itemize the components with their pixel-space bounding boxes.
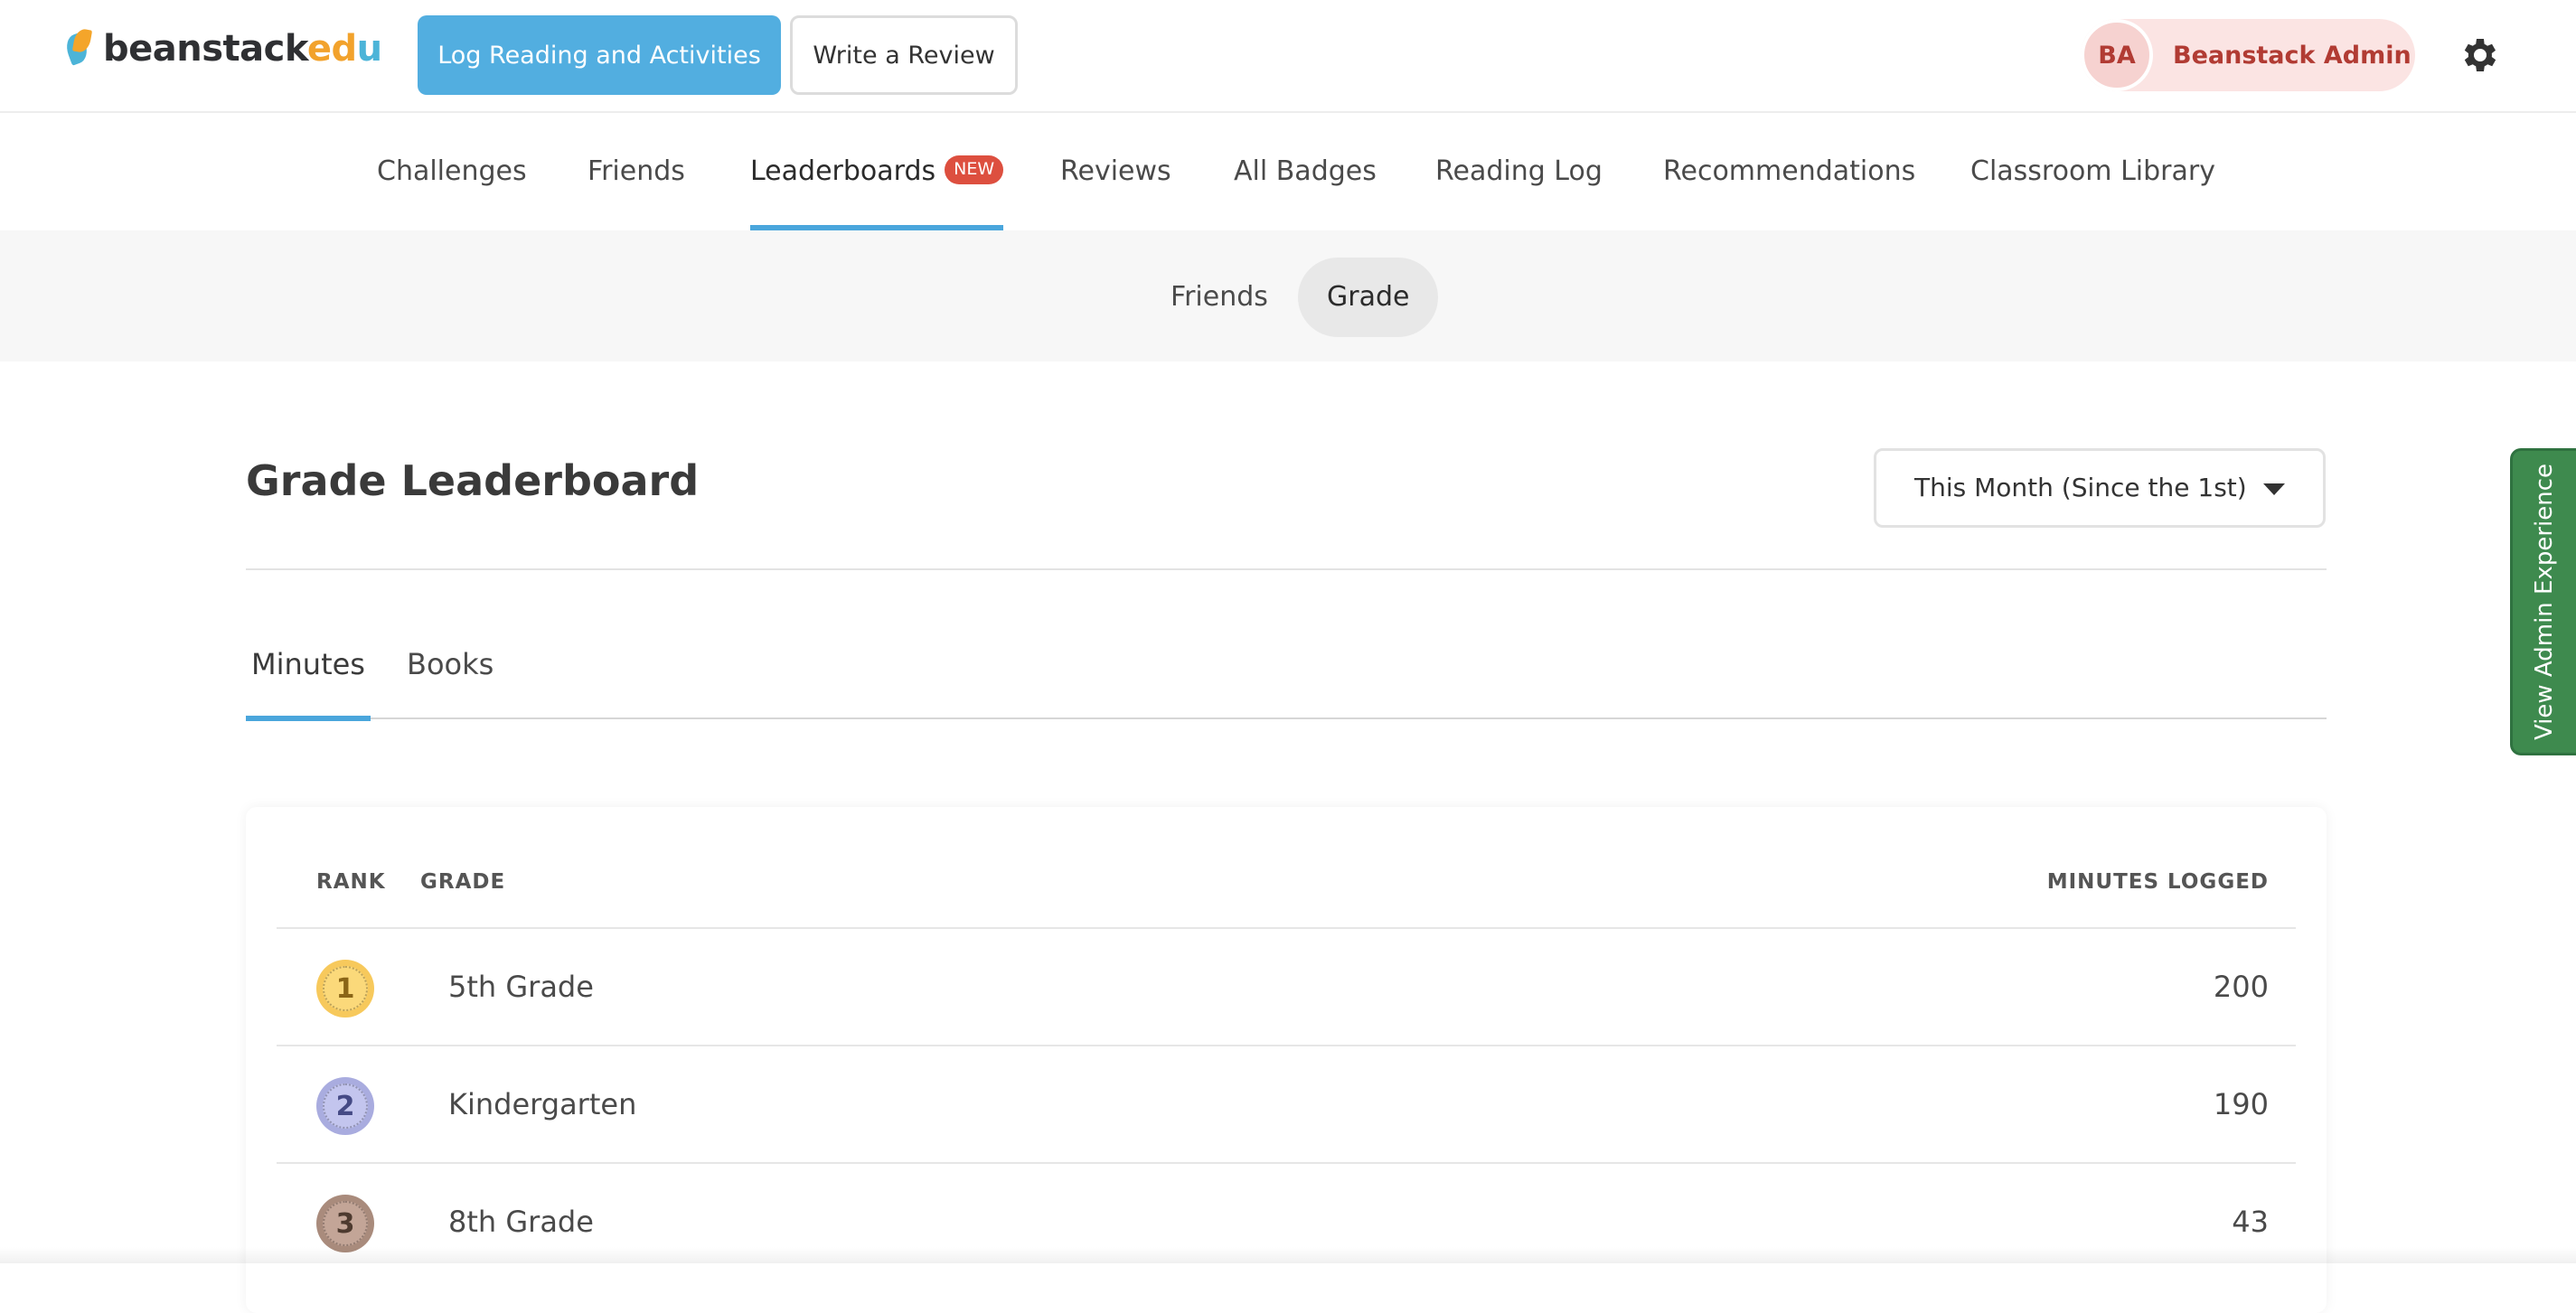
table-row: 2 Kindergarten 190 [277,1045,2296,1162]
time-range-select[interactable]: This Month (Since the 1st) [1874,448,2326,528]
nav-friends[interactable]: Friends [588,113,685,230]
nav-reading-log[interactable]: Reading Log [1435,113,1603,230]
beanstack-leaf-icon [62,27,94,70]
top-header: beanstackedu Log Reading and Activities … [0,0,2576,113]
log-reading-button[interactable]: Log Reading and Activities [418,15,781,95]
main-nav: Challenges Friends Leaderboards NEW Revie… [0,113,2576,230]
leaderboard-subnav: Friends Grade [0,230,2576,361]
grade-name: 5th Grade [448,970,594,1004]
gear-icon[interactable] [2458,33,2502,77]
nav-challenges[interactable]: Challenges [377,113,527,230]
minutes-value: 43 [2232,1205,2269,1239]
minutes-value: 190 [2213,1087,2269,1121]
beanstack-logo[interactable]: beanstackedu [62,25,382,72]
bronze-medal-icon: 3 [316,1195,374,1252]
nav-classroom-library[interactable]: Classroom Library [1970,113,2215,230]
tab-books[interactable]: Books [401,624,499,719]
admin-tab-label: View Admin Experience [2531,463,2558,741]
table-row: 1 5th Grade 200 [277,927,2296,1045]
silver-medal-icon: 2 [316,1077,374,1135]
caret-down-icon [2263,483,2285,495]
page-title: Grade Leaderboard [246,456,700,505]
user-menu[interactable]: BA Beanstack Admin [2081,19,2415,91]
new-badge: NEW [945,155,1004,184]
nav-leaderboards[interactable]: Leaderboards NEW [750,113,1004,230]
grade-name: Kindergarten [448,1087,637,1121]
avatar: BA [2081,19,2153,91]
leaderboard-table: RANK GRADE MINUTES LOGGED 1 5th Grade 20… [246,807,2327,1313]
metric-tabs: Minutes Books [246,624,2327,721]
nav-reviews[interactable]: Reviews [1060,113,1171,230]
time-range-value: This Month (Since the 1st) [1914,473,2247,502]
gold-medal-icon: 1 [316,960,374,1018]
nav-leaderboards-label: Leaderboards [750,155,936,187]
view-admin-experience-tab[interactable]: View Admin Experience [2510,448,2576,755]
column-header-rank: RANK [316,870,386,894]
nav-recommendations[interactable]: Recommendations [1663,113,1915,230]
write-review-button[interactable]: Write a Review [790,15,1018,95]
subnav-friends[interactable]: Friends [1142,258,1297,337]
subnav-grade[interactable]: Grade [1298,258,1439,337]
divider [246,568,2327,570]
column-header-minutes: MINUTES LOGGED [2046,870,2269,894]
user-name: Beanstack Admin [2173,41,2411,70]
column-header-grade: GRADE [420,870,506,894]
scroll-shadow [0,1247,2576,1263]
grade-name: 8th Grade [448,1205,594,1239]
logo-text: beanstackedu [103,28,382,70]
tab-minutes[interactable]: Minutes [246,624,371,721]
nav-all-badges[interactable]: All Badges [1234,113,1377,230]
minutes-value: 200 [2213,970,2269,1004]
